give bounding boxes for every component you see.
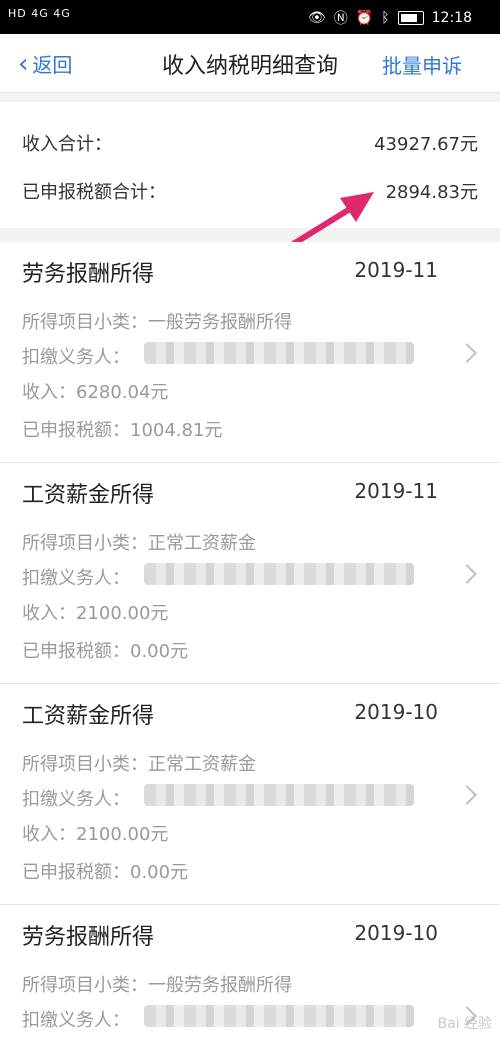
- subcategory-text: 所得项目小类：正常工资薪金: [22, 533, 256, 554]
- declared-tax-amount: 已申报税额：1004.81元: [22, 420, 223, 441]
- payer-label: 扣缴义务人：: [22, 347, 130, 368]
- chevron-right-icon: [457, 785, 477, 805]
- income-type: 工资薪金所得: [22, 483, 155, 508]
- period-date: 2019-10: [354, 921, 438, 945]
- income-record-item[interactable]: 工资薪金所得 2019-11 所得项目小类：正常工资薪金 扣缴义务人： 收入：2…: [0, 463, 500, 684]
- declared-tax-amount: 已申报税额：0.00元: [22, 862, 189, 883]
- income-type: 劳务报酬所得: [22, 262, 155, 287]
- subcategory-text: 所得项目小类：一般劳务报酬所得: [22, 975, 292, 996]
- income-type: 工资薪金所得: [22, 704, 155, 729]
- payer-name-blurred: [144, 784, 414, 806]
- income-record-item[interactable]: 劳务报酬所得 2019-11 所得项目小类：一般劳务报酬所得 扣缴义务人： 收入…: [0, 242, 500, 463]
- subcategory-text: 所得项目小类：一般劳务报酬所得: [22, 312, 292, 333]
- income-record-item[interactable]: 劳务报酬所得 2019-10 所得项目小类：一般劳务报酬所得 扣缴义务人：: [0, 905, 500, 1039]
- payer-label: 扣缴义务人：: [22, 1010, 130, 1031]
- chevron-right-icon: [457, 343, 477, 363]
- chevron-right-icon: [457, 564, 477, 584]
- income-record-item[interactable]: 工资薪金所得 2019-10 所得项目小类：正常工资薪金 扣缴义务人： 收入：2…: [0, 684, 500, 905]
- subcategory-text: 所得项目小类：正常工资薪金: [22, 754, 256, 775]
- period-date: 2019-10: [354, 700, 438, 724]
- watermark: Bai 经验: [437, 1016, 492, 1032]
- income-amount: 收入：2100.00元: [22, 603, 169, 624]
- payer-name-blurred: [144, 342, 414, 364]
- income-amount: 收入：6280.04元: [22, 382, 169, 403]
- payer-name-blurred: [144, 563, 414, 585]
- payer-label: 扣缴义务人：: [22, 789, 130, 810]
- declared-tax-amount: 已申报税额：0.00元: [22, 641, 189, 662]
- payer-label: 扣缴义务人：: [22, 568, 130, 589]
- period-date: 2019-11: [354, 258, 438, 282]
- income-type: 劳务报酬所得: [22, 925, 155, 950]
- period-date: 2019-11: [354, 479, 438, 503]
- payer-name-blurred: [144, 1005, 414, 1027]
- income-amount: 收入：2100.00元: [22, 824, 169, 845]
